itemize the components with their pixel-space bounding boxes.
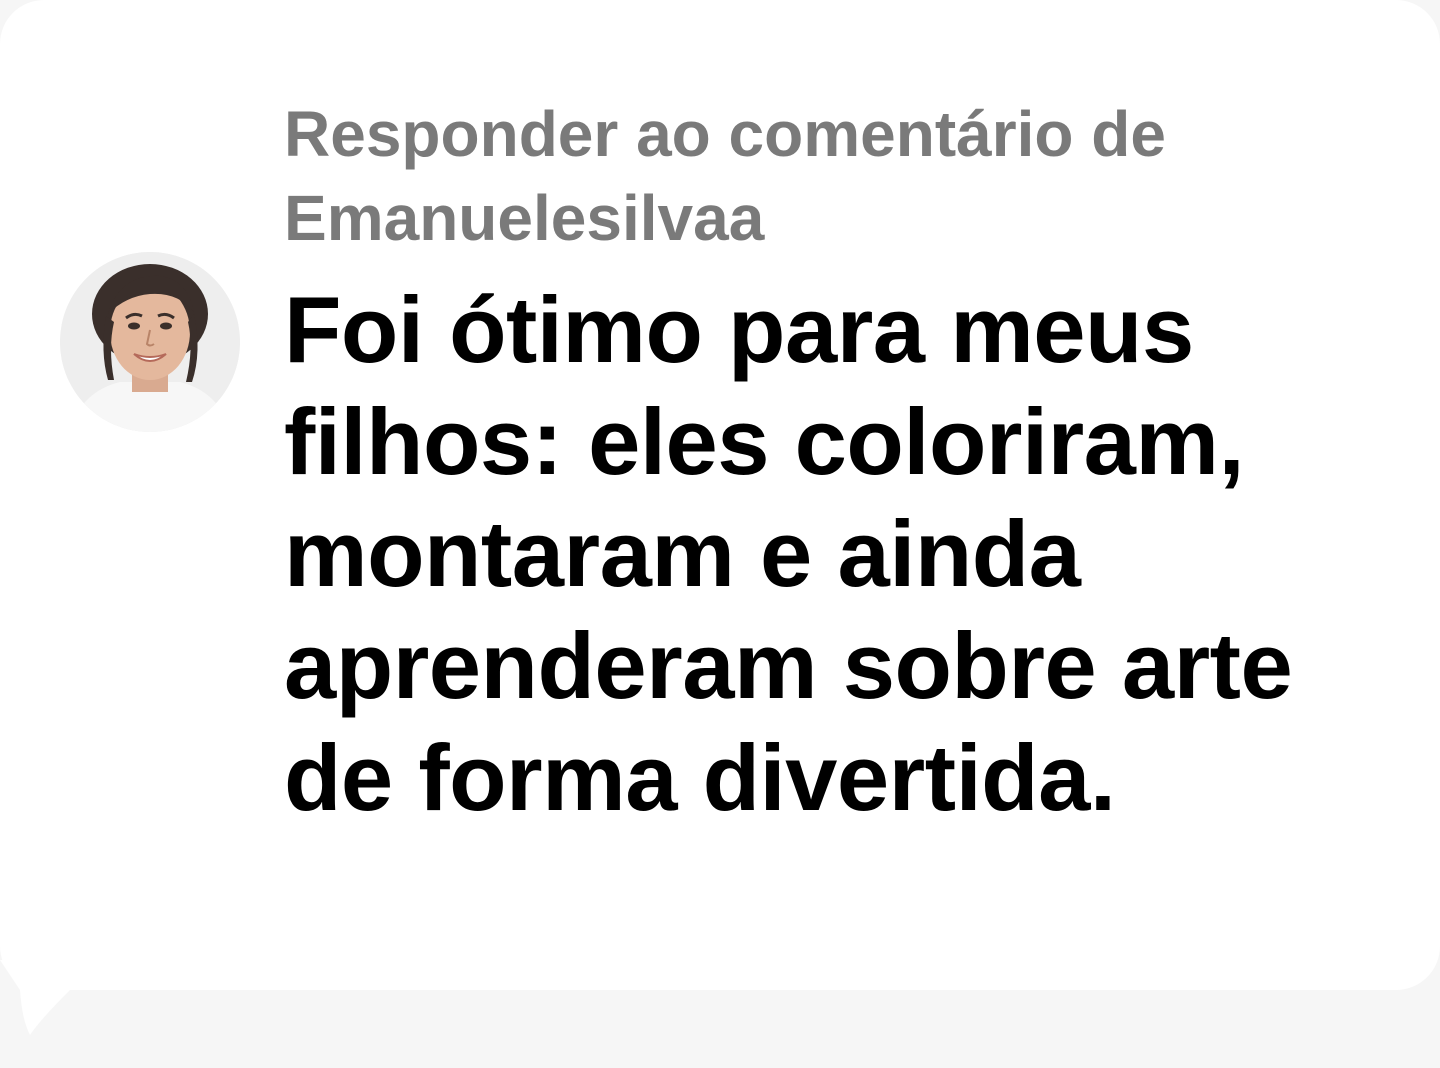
reply-header: Responder ao comentário de Emanuelesilva… (284, 98, 1166, 254)
comment-text: Foi ótimo para meus filhos: eles colorir… (284, 277, 1293, 830)
user-avatar-icon (60, 252, 240, 432)
bubble-tail (0, 960, 120, 1060)
avatar (60, 252, 240, 432)
reply-sticker: Responder ao comentário de Emanuelesilva… (0, 0, 1440, 1068)
